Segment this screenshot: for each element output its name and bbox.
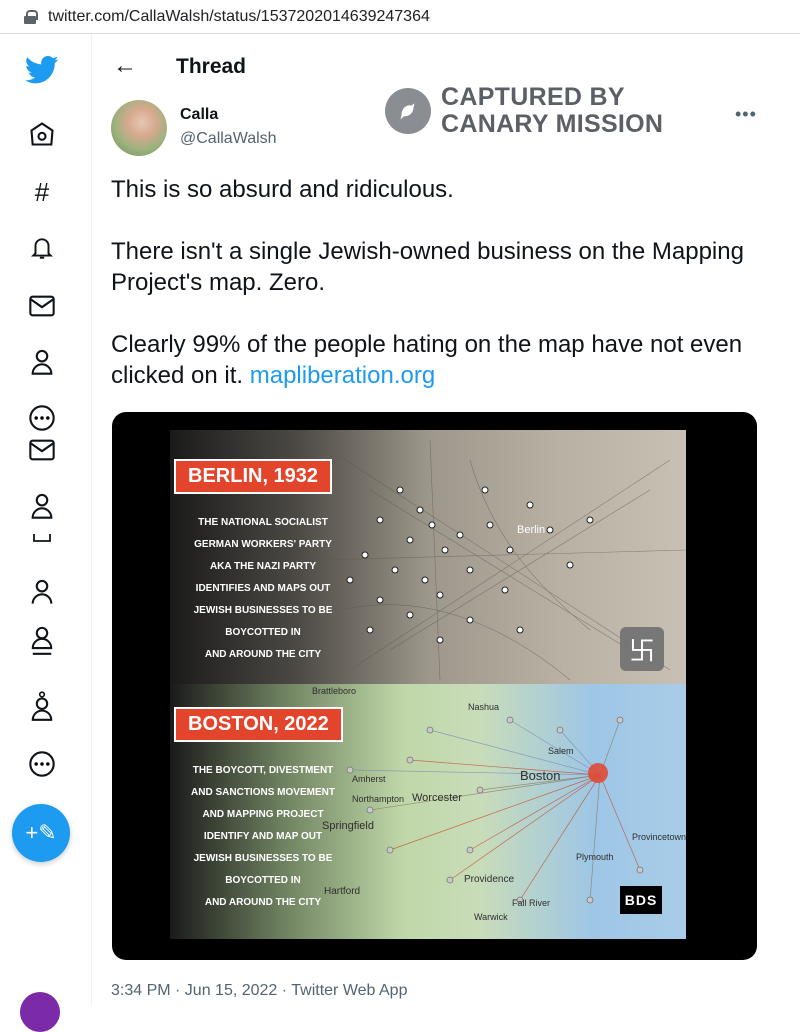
more-circle-icon[interactable]	[24, 746, 60, 782]
tweet-image[interactable]: BERLIN, 1932 THE NATIONAL SOCIALIST GERM…	[112, 412, 757, 960]
map-label: Worcester	[412, 792, 462, 804]
more-options-icon[interactable]: •••	[735, 104, 757, 125]
tweet-paragraph: There isn't a single Jewish-owned busine…	[111, 238, 744, 296]
caption-line: AND SANCTIONS MOVEMENT	[191, 787, 335, 798]
boston-caption: THE BOYCOTT, DIVESTMENT AND SANCTIONS MO…	[178, 760, 348, 914]
thread-column: ← Thread Calla @CallaWalsh ••• CAPTURED …	[93, 34, 800, 1006]
more-circle-icon[interactable]	[24, 400, 60, 436]
caption-line: AND AROUND THE CITY	[204, 649, 322, 660]
map-label: Provincetown	[632, 832, 687, 842]
twitter-logo-icon[interactable]	[24, 52, 60, 88]
tweet-paragraph: This is so absurd and ridiculous.	[111, 176, 454, 203]
profile-icon[interactable]	[24, 574, 60, 610]
berlin-banner: BERLIN, 1932	[174, 459, 333, 494]
account-avatar[interactable]	[20, 992, 60, 1032]
back-arrow-icon[interactable]: ←	[113, 52, 137, 80]
map-label: Plymouth	[576, 852, 614, 862]
boston-banner: BOSTON, 2022	[174, 707, 343, 742]
tweet-text: This is so absurd and ridiculous. There …	[111, 174, 761, 422]
map-label: Providence	[464, 874, 515, 885]
caption-line: JEWISH BUSINESSES TO BE	[193, 853, 333, 864]
left-nav: # +✎	[0, 34, 92, 1032]
map-label: Fall River	[512, 898, 551, 908]
map-label: Hartford	[324, 886, 361, 897]
map-label: Salem	[548, 746, 574, 756]
caption-line: JEWISH BUSINESSES TO BE	[193, 605, 333, 616]
messages-icon[interactable]	[24, 288, 60, 324]
watermark: CAPTURED BY CANARY MISSION	[385, 84, 663, 138]
profile-icon[interactable]	[24, 622, 60, 658]
caption-line: BOYCOTTED IN	[225, 875, 301, 886]
caption-line: AND AROUND THE CITY	[204, 897, 322, 908]
berlin-caption: THE NATIONAL SOCIALIST GERMAN WORKERS' P…	[178, 512, 348, 666]
lock-icon	[24, 9, 38, 24]
caption-line: THE NATIONAL SOCIALIST	[198, 517, 328, 528]
compose-tweet-button[interactable]: +✎	[12, 804, 70, 862]
caption-line: BOYCOTTED IN	[225, 627, 301, 638]
canary-logo-icon	[385, 88, 431, 134]
url-text[interactable]: twitter.com/CallaWalsh/status/1537202014…	[48, 8, 430, 26]
map-label: Boston	[520, 768, 561, 783]
map-label: Springfield	[322, 820, 374, 832]
map-label: Warwick	[474, 912, 508, 922]
tweet-paragraph: Clearly 99% of the people hating on the …	[111, 329, 761, 391]
notifications-icon[interactable]	[24, 230, 60, 266]
map-label: Nashua	[468, 702, 500, 712]
caption-line: IDENTIFIES AND MAPS OUT	[195, 583, 331, 594]
page-title: Thread	[176, 55, 247, 78]
explore-icon[interactable]: #	[24, 174, 60, 210]
caption-line: THE BOYCOTT, DIVESTMENT	[192, 765, 334, 776]
caption-line: AKA THE NAZI PARTY	[209, 561, 317, 572]
profile-icon[interactable]	[24, 344, 60, 380]
profile-icon[interactable]	[24, 688, 60, 724]
bookmark-edge-icon[interactable]	[24, 528, 60, 548]
home-icon[interactable]	[24, 116, 60, 152]
caption-line: GERMAN WORKERS' PARTY	[194, 539, 332, 550]
swastika-icon: 卐	[620, 627, 664, 671]
profile-icon[interactable]	[24, 488, 60, 524]
author-handle[interactable]: @CallaWalsh	[180, 130, 277, 148]
bds-logo: BDS	[620, 886, 662, 914]
tweet-timestamp[interactable]: 3:34 PM · Jun 15, 2022 · Twitter Web App	[111, 982, 407, 1000]
tweet-link[interactable]: mapliberation.org	[250, 362, 435, 389]
messages-icon[interactable]	[24, 432, 60, 468]
map-label: Northampton	[352, 794, 405, 804]
map-label: Amherst	[352, 774, 386, 784]
address-bar[interactable]: twitter.com/CallaWalsh/status/1537202014…	[0, 0, 800, 34]
watermark-line2: CANARY MISSION	[441, 110, 664, 138]
map-label: Brattleboro	[312, 686, 357, 696]
compose-icon: +✎	[25, 820, 57, 845]
author-avatar[interactable]	[111, 100, 167, 156]
watermark-line1: CAPTURED BY	[441, 83, 625, 111]
author-name[interactable]: Calla	[180, 106, 218, 124]
map-label: Berlin	[517, 524, 546, 536]
